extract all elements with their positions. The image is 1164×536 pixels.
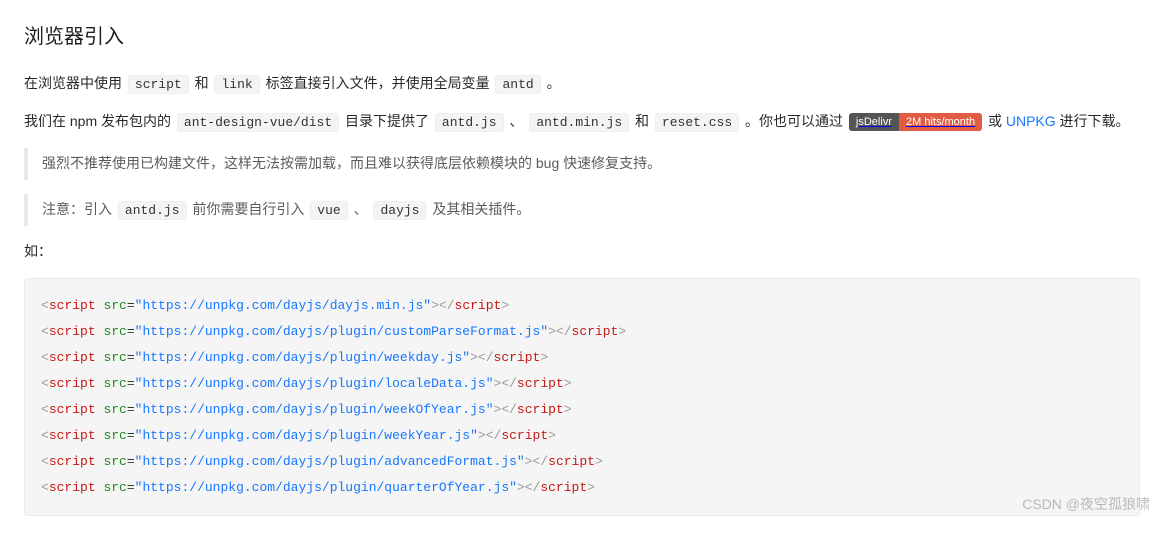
text: 目录下提供了	[345, 113, 433, 129]
paragraph-2: 我们在 npm 发布包内的 ant-design-vue/dist 目录下提供了…	[24, 110, 1140, 134]
inline-code: ant-design-vue/dist	[177, 113, 339, 132]
text: 、	[509, 113, 527, 129]
text: 。你也可以通过	[745, 113, 847, 129]
text: 前你需要自行引入	[192, 201, 308, 217]
code-line: <script src="https://unpkg.com/dayjs/plu…	[41, 423, 1123, 449]
code-line: <script src="https://unpkg.com/dayjs/plu…	[41, 449, 1123, 475]
inline-code: antd.min.js	[529, 113, 629, 132]
inline-code: script	[128, 75, 189, 94]
badge-value: 2M hits/month	[899, 113, 982, 131]
text: 或	[988, 113, 1006, 129]
text: 和	[635, 113, 653, 129]
code-line: <script src="https://unpkg.com/dayjs/plu…	[41, 319, 1123, 345]
paragraph-3: 如：	[24, 240, 1140, 264]
inline-code: reset.css	[655, 113, 739, 132]
blockquote-note: 注意：引入 antd.js 前你需要自行引入 vue 、 dayjs 及其相关插…	[24, 194, 1140, 226]
text: 标签直接引入文件，并使用全局变量	[266, 75, 494, 91]
jsdelivr-badge[interactable]: jsDelivr2M hits/month	[849, 113, 982, 131]
text: 注意：引入	[42, 201, 116, 217]
inline-code: link	[214, 75, 259, 94]
text: 及其相关插件。	[432, 201, 530, 217]
inline-code: antd.js	[118, 201, 187, 220]
text: 在浏览器中使用	[24, 75, 126, 91]
section-heading: 浏览器引入	[24, 20, 1140, 54]
text: 、	[354, 201, 372, 217]
text: 。	[547, 75, 561, 91]
paragraph-1: 在浏览器中使用 script 和 link 标签直接引入文件，并使用全局变量 a…	[24, 72, 1140, 96]
unpkg-link[interactable]: UNPKG	[1006, 113, 1056, 129]
code-line: <script src="https://unpkg.com/dayjs/plu…	[41, 397, 1123, 423]
code-line: <script src="https://unpkg.com/dayjs/plu…	[41, 345, 1123, 371]
code-block: <script src="https://unpkg.com/dayjs/day…	[24, 278, 1140, 516]
text: 我们在 npm 发布包内的	[24, 113, 175, 129]
badge-label: jsDelivr	[849, 113, 899, 131]
code-line: <script src="https://unpkg.com/dayjs/day…	[41, 293, 1123, 319]
code-line: <script src="https://unpkg.com/dayjs/plu…	[41, 371, 1123, 397]
code-line: <script src="https://unpkg.com/dayjs/plu…	[41, 475, 1123, 501]
text: 进行下载。	[1060, 113, 1130, 129]
inline-code: vue	[310, 201, 347, 220]
inline-code: antd	[495, 75, 540, 94]
text: 和	[195, 75, 213, 91]
inline-code: dayjs	[373, 201, 426, 220]
text: 强烈不推荐使用已构建文件，这样无法按需加载，而且难以获得底层依赖模块的 bug …	[42, 155, 661, 171]
blockquote-warning: 强烈不推荐使用已构建文件，这样无法按需加载，而且难以获得底层依赖模块的 bug …	[24, 148, 1140, 180]
inline-code: antd.js	[435, 113, 504, 132]
